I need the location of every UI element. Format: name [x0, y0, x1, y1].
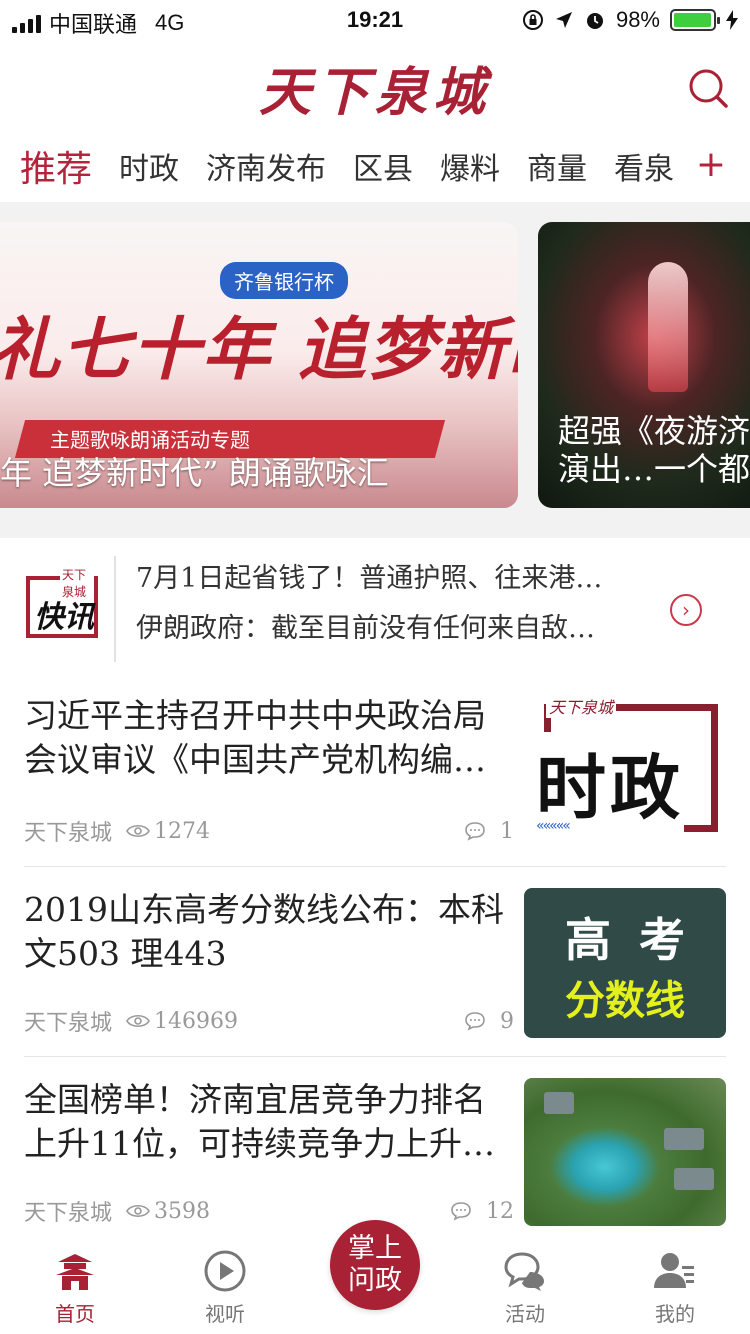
fountain-image: [648, 262, 688, 392]
article-source: 天下泉城: [24, 821, 113, 846]
tab-discuss[interactable]: 商量: [527, 144, 587, 188]
home-pagoda-icon: [56, 1254, 94, 1290]
tabbar-label: 首页: [55, 1302, 95, 1326]
banner-caption-line: 超强《夜游济: [558, 412, 750, 450]
comment-count: 1: [500, 818, 514, 844]
play-circle-icon: [204, 1250, 246, 1292]
article-meta: 天下泉城 3598 12: [24, 1196, 514, 1227]
article-source: 天下泉城: [24, 1201, 113, 1226]
article-item[interactable]: 习近平主持召开中共中央政治局会议审议《中国共产党机构编… 天下泉城 1274 1…: [0, 694, 750, 866]
view-count: 3598: [154, 1198, 211, 1224]
chevron-right-icon[interactable]: ›: [670, 594, 702, 626]
banner-headline: 礼七十年 追梦新时代: [0, 310, 518, 390]
quick-news-logo: 天下泉城 快讯: [26, 566, 98, 638]
app-logo: 天下泉城: [258, 62, 491, 123]
alarm-icon: [586, 13, 603, 29]
quick-news-item[interactable]: 伊朗政府：截至目前没有任何来自敌…: [136, 606, 616, 645]
thumb-headline: 高考: [565, 913, 713, 967]
article-item[interactable]: 2019山东高考分数线公布：本科文503 理443 天下泉城 146969 9 …: [0, 888, 750, 1056]
chat-bubbles-icon: [504, 1252, 544, 1291]
article-item[interactable]: 全国榜单！济南宜居竞争力排名上升11位，可持续竞争力上升… 天下泉城 3598 …: [0, 1078, 750, 1234]
thumb-logo-text: 天下泉城: [546, 694, 617, 718]
category-tabs: 推荐 时政 济南发布 区县 爆料 商量 看泉 +: [0, 135, 750, 197]
eye-icon: [126, 824, 150, 838]
add-tab-icon[interactable]: +: [696, 147, 726, 183]
banner-caption-line: 演出…一个都: [558, 450, 750, 488]
tabbar-profile[interactable]: 我的: [625, 1248, 725, 1327]
article-title[interactable]: 全国榜单！济南宜居竞争力排名上升11位，可持续竞争力上升…: [24, 1078, 504, 1166]
tab-recommend[interactable]: 推荐: [20, 140, 92, 192]
battery-percent: 98%: [615, 7, 660, 32]
app-header: 天下泉城: [0, 40, 750, 135]
view-count: 1274: [154, 818, 211, 844]
divider: [24, 866, 726, 867]
article-meta: 天下泉城 146969 9: [24, 1006, 514, 1037]
tab-districts[interactable]: 区县: [353, 144, 413, 188]
comment-icon: [465, 822, 485, 841]
article-thumbnail[interactable]: [524, 1078, 726, 1226]
banner-slide[interactable]: 超强《夜游济 演出…一个都: [538, 222, 750, 508]
center-button-line: 问政: [348, 1265, 402, 1296]
center-button-line: 掌上: [348, 1233, 402, 1264]
quick-news-logo-text: 快讯: [34, 600, 94, 635]
tabbar-label: 视听: [205, 1302, 245, 1326]
banner-carousel[interactable]: 齐鲁银行杯 礼七十年 追梦新时代 主题歌咏朗诵活动专题 年 追梦新时代” 朗诵歌…: [0, 202, 750, 538]
article-thumbnail[interactable]: 天下泉城 时政 «««««: [524, 694, 726, 844]
comment-count: 9: [500, 1008, 514, 1034]
comment-count: 12: [486, 1198, 514, 1224]
tabbar-online-inquiry[interactable]: 掌上 问政: [330, 1220, 420, 1310]
comment-icon: [465, 1012, 485, 1031]
divider: [114, 556, 116, 662]
thumb-building: [544, 1092, 574, 1114]
battery-icon: [670, 9, 720, 31]
location-icon: [555, 12, 572, 28]
orientation-lock-icon: [522, 10, 543, 30]
eye-icon: [126, 1014, 150, 1028]
article-title[interactable]: 2019山东高考分数线公布：本科文503 理443: [24, 888, 504, 976]
thumb-chevrons: «««««: [536, 818, 571, 834]
thumb-subheadline: 分数线: [565, 978, 685, 1024]
tabbar-label: 我的: [655, 1302, 695, 1326]
banner-caption: 年 追梦新时代” 朗诵歌咏汇: [0, 454, 389, 492]
view-count: 146969: [154, 1008, 238, 1034]
app-screen: 中国联通 4G 19:21 98% 天下泉城 推荐 时政 济南发布 区县 爆料 …: [0, 0, 750, 1334]
comment-icon: [451, 1202, 471, 1221]
tab-jinan-release[interactable]: 济南发布: [206, 144, 326, 188]
tab-politics[interactable]: 时政: [119, 144, 179, 188]
tabbar-label: 活动: [505, 1302, 545, 1326]
divider: [24, 1056, 726, 1057]
article-source: 天下泉城: [24, 1011, 113, 1036]
thumb-building: [674, 1168, 714, 1190]
bottom-tab-bar: 首页 视听 掌上 问政 活动 我的: [0, 1220, 750, 1334]
tab-springs[interactable]: 看泉: [614, 144, 674, 188]
tab-tipoff[interactable]: 爆料: [440, 144, 500, 188]
eye-icon: [126, 1204, 150, 1218]
charging-icon: [726, 10, 738, 30]
quick-news[interactable]: 天下泉城 快讯 7月1日起省钱了！普通护照、往来港… 伊朗政府：截至目前没有任何…: [0, 538, 750, 668]
article-meta: 天下泉城 1274 1: [24, 816, 514, 847]
article-title[interactable]: 习近平主持召开中共中央政治局会议审议《中国共产党机构编…: [24, 694, 504, 782]
banner-slide[interactable]: 齐鲁银行杯 礼七十年 追梦新时代 主题歌咏朗诵活动专题 年 追梦新时代” 朗诵歌…: [0, 222, 518, 508]
tabbar-media[interactable]: 视听: [175, 1248, 275, 1327]
article-thumbnail[interactable]: 高考 分数线: [524, 888, 726, 1038]
banner-caption: 超强《夜游济 演出…一个都: [558, 412, 750, 488]
search-icon[interactable]: [686, 66, 730, 110]
tabbar-activities[interactable]: 活动: [475, 1248, 575, 1327]
user-icon: [654, 1253, 694, 1288]
thumb-building: [664, 1128, 704, 1150]
status-bar: 中国联通 4G 19:21 98%: [0, 0, 750, 40]
tabbar-home[interactable]: 首页: [25, 1248, 125, 1327]
quick-news-item[interactable]: 7月1日起省钱了！普通护照、往来港…: [136, 556, 616, 595]
